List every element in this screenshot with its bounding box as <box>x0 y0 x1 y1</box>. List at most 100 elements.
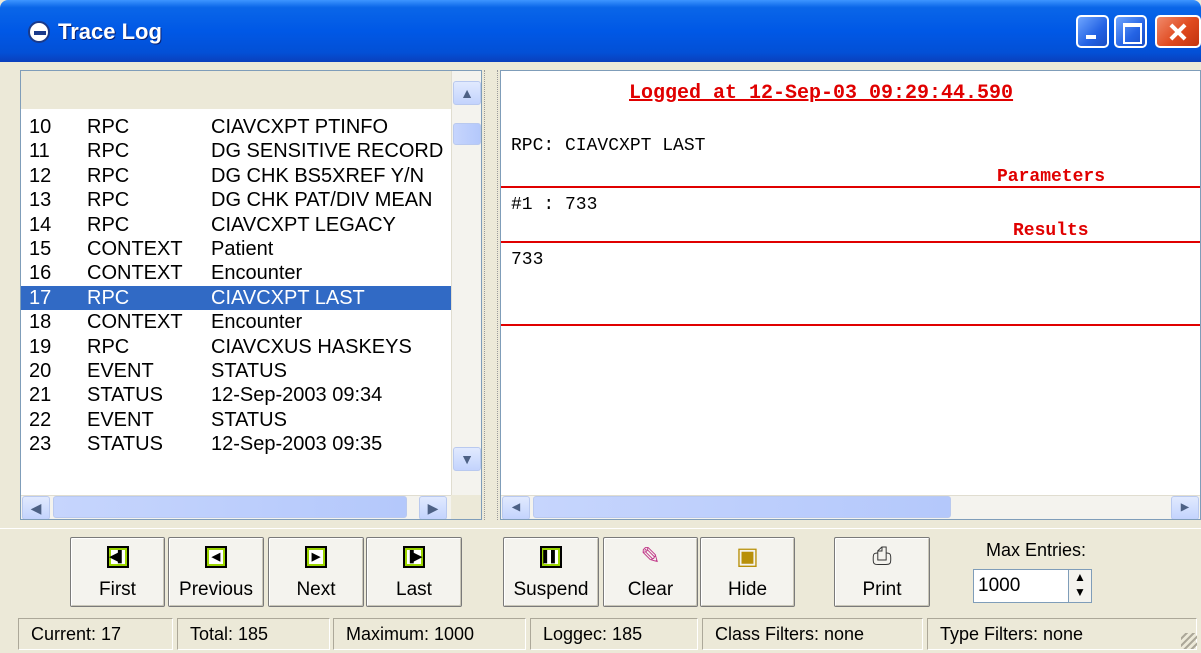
trace-log-window: Trace Log 10 RPC CIAVCXPT PTINFO 11 RPC DG SE… <box>0 0 1201 653</box>
list-item[interactable]: 19 RPC CIAVCXUS HASKEYS <box>21 335 451 359</box>
list-item-type: RPC <box>87 116 130 138</box>
close-button[interactable] <box>1155 15 1201 48</box>
horizontal-scroll-thumb[interactable] <box>53 496 407 518</box>
previous-label: Previous <box>179 579 253 600</box>
first-label: First <box>99 579 136 600</box>
list-item-type: EVENT <box>87 408 154 431</box>
detail-horizontal-scroll-thumb[interactable] <box>533 496 951 518</box>
list-item-name: CIAVCXPT LAST <box>211 286 365 309</box>
trace-entry-list[interactable]: 10 RPC CIAVCXPT PTINFO 11 RPC DG SENSITIVE RE… <box>20 70 482 520</box>
trace-detail-panel[interactable]: Logged at 12-Sep-03 09:29:44.590 RPC: CI… <box>500 70 1201 520</box>
maximize-button[interactable] <box>1114 15 1147 48</box>
list-item-type: RPC <box>87 164 130 187</box>
list-item[interactable]: 15 CONTEXT Patient <box>21 237 451 261</box>
next-label: Next <box>296 579 336 600</box>
list-item-type: RPC <box>87 335 130 358</box>
list-item[interactable]: 16 CONTEXT Encounter <box>21 261 451 285</box>
parameters-heading: Parameters <box>997 167 1106 187</box>
list-item-name: CIAVCXUS HASKEYS <box>211 335 412 358</box>
detail-horizontal-scrollbar[interactable]: ◀ ▶ <box>501 495 1200 519</box>
status-bar: Current: 17 Total: 185 Maximum: 1000 Log… <box>0 614 1201 653</box>
list-item-name: STATUS <box>211 359 287 382</box>
vertical-scroll-thumb[interactable] <box>453 123 481 145</box>
last-label: Last <box>396 579 432 600</box>
spin-down-arrow-icon[interactable]: ▼ <box>1069 585 1091 600</box>
list-item-type: STATUS <box>87 384 163 407</box>
list-item[interactable]: 23 STATUS 12-Sep-2003 09:35 <box>21 432 451 456</box>
list-item-name: CIAVCXPT LEGACY <box>211 213 396 236</box>
list-item[interactable]: 22 EVENT STATUS <box>21 408 451 432</box>
status-current: Current: 17 <box>18 618 173 650</box>
results-divider <box>501 241 1200 243</box>
list-item-type: CONTEXT <box>87 262 183 285</box>
previous-button[interactable]: ◀ Previous <box>168 537 264 607</box>
list-item-name: CIAVCXPT PTINFO <box>211 116 389 138</box>
list-item[interactable]: 18 CONTEXT Encounter <box>21 310 451 334</box>
detail-scroll-right-arrow-icon[interactable]: ▶ <box>1171 496 1199 519</box>
list-item[interactable]: 20 EVENT STATUS <box>21 359 451 383</box>
print-button[interactable]: ⎙ Print <box>834 537 930 607</box>
scroll-up-arrow-icon[interactable]: ▲ <box>453 81 481 105</box>
suspend-label: Suspend <box>513 579 589 600</box>
list-item[interactable]: 14 RPC CIAVCXPT LEGACY <box>21 213 451 237</box>
next-button[interactable]: ▶ Next <box>268 537 364 607</box>
max-entries-input[interactable]: 1000 <box>973 569 1071 603</box>
list-item-num: 12 <box>29 164 52 187</box>
list-item-num: 10 <box>29 116 52 138</box>
end-divider <box>501 324 1200 326</box>
list-item[interactable]: 17 RPC CIAVCXPT LAST <box>21 285 451 311</box>
minimize-button[interactable] <box>1076 15 1109 48</box>
hide-icon: ▣ <box>736 543 759 570</box>
scroll-corner <box>451 495 481 519</box>
list-item[interactable]: 13 RPC DG CHK PAT/DIV MEAN <box>21 188 451 212</box>
list-item-type: CONTEXT <box>87 311 183 334</box>
suspend-button[interactable]: ▌▌ Suspend <box>503 537 599 607</box>
list-body[interactable]: 10 RPC CIAVCXPT PTINFO 11 RPC DG SENSITIVE RE… <box>21 115 451 497</box>
panel-splitter[interactable] <box>484 70 498 520</box>
results-heading: Results <box>1013 221 1089 241</box>
max-entries-spinner[interactable]: ▲ ▼ <box>1068 569 1092 603</box>
list-item-num: 21 <box>29 384 52 407</box>
list-item-name: Encounter <box>211 262 303 285</box>
list-item-type: RPC <box>87 140 130 163</box>
detail-scroll-left-arrow-icon[interactable]: ◀ <box>502 496 530 519</box>
scroll-down-arrow-icon[interactable]: ▼ <box>453 447 481 471</box>
list-vertical-scrollbar[interactable]: ▲ ▼ <box>451 71 481 497</box>
list-header <box>21 71 451 109</box>
list-item-num: 14 <box>29 213 52 236</box>
title-bar[interactable]: Trace Log <box>0 0 1201 62</box>
parameter-line: #1 : 733 <box>511 195 598 215</box>
list-item[interactable]: 21 STATUS 12-Sep-2003 09:34 <box>21 383 451 407</box>
list-item-num: 23 <box>29 433 52 456</box>
status-loggec: Loggec: 185 <box>530 618 698 650</box>
scroll-right-arrow-icon[interactable]: ▶ <box>419 496 447 519</box>
clear-button[interactable]: ✎ Clear <box>603 537 698 607</box>
resize-grip-icon[interactable] <box>1181 633 1197 649</box>
max-entries-label: Max Entries: <box>986 540 1087 560</box>
status-type-filters: Type Filters: none <box>927 618 1197 650</box>
first-button[interactable]: ◀▌ First <box>70 537 165 607</box>
list-item-num: 22 <box>29 408 52 431</box>
list-item-num: 20 <box>29 359 52 382</box>
skip-first-icon: ◀▌ <box>106 546 129 568</box>
list-item-type: RPC <box>87 213 130 236</box>
list-item-name: 12-Sep-2003 09:34 <box>211 384 383 407</box>
step-back-icon: ◀ <box>205 546 227 568</box>
rpc-name-line: RPC: CIAVCXPT LAST <box>511 136 706 156</box>
last-button[interactable]: ▐▶ Last <box>366 537 462 607</box>
list-horizontal-scrollbar[interactable]: ◀ ▶ <box>21 495 451 519</box>
spin-up-arrow-icon[interactable]: ▲ <box>1069 570 1091 585</box>
scroll-left-arrow-icon[interactable]: ◀ <box>22 496 50 519</box>
list-item-num: 19 <box>29 335 52 358</box>
list-item-type: RPC <box>87 286 130 309</box>
list-item-type: EVENT <box>87 359 154 382</box>
status-maximum: Maximum: 1000 <box>333 618 526 650</box>
hide-button[interactable]: ▣ Hide <box>700 537 795 607</box>
list-item[interactable]: 11 RPC DG SENSITIVE RECORD <box>21 139 451 163</box>
list-item-num: 15 <box>29 237 52 260</box>
list-item-name: DG SENSITIVE RECORD <box>211 140 444 163</box>
list-item[interactable]: 12 RPC DG CHK BS5XREF Y/N <box>21 164 451 188</box>
print-label: Print <box>862 579 902 600</box>
list-item[interactable]: 10 RPC CIAVCXPT PTINFO <box>21 115 451 139</box>
printer-icon: ⎙ <box>872 543 892 570</box>
